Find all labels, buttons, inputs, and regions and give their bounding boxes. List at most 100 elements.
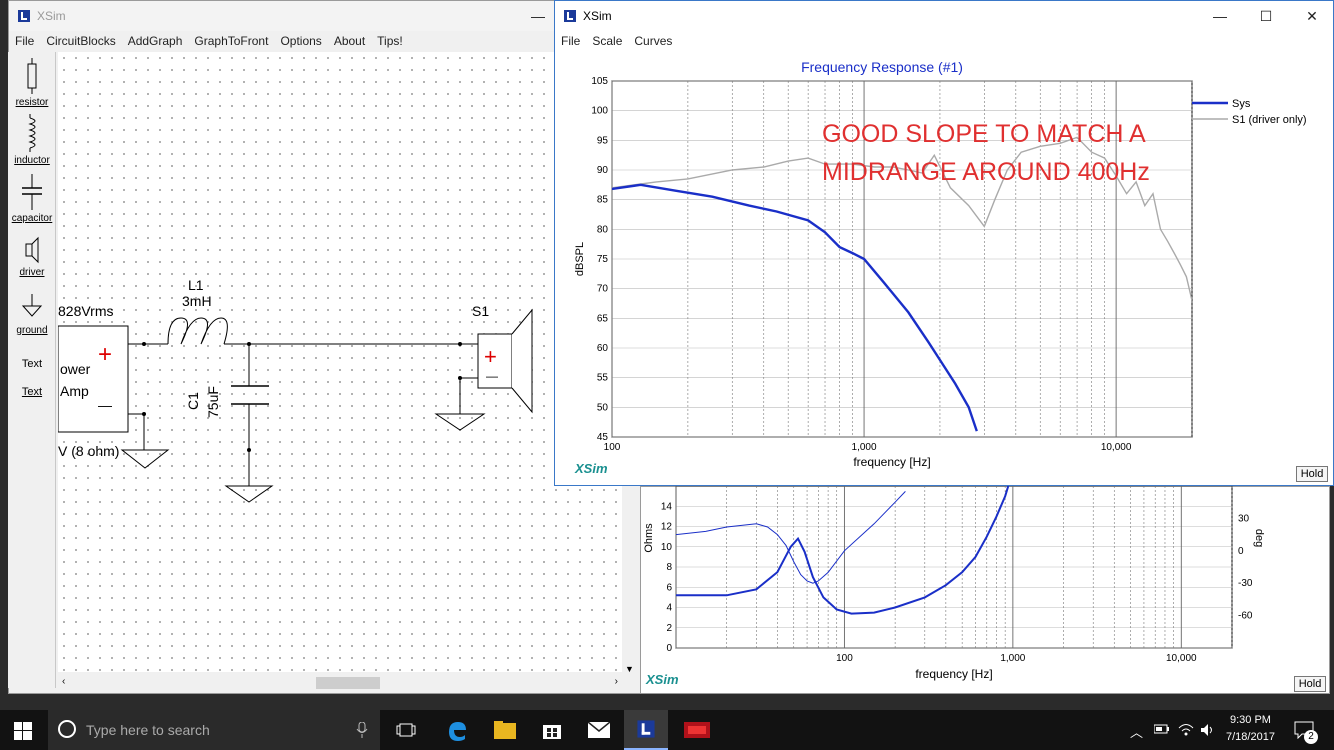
y-tick-label: 100 — [591, 106, 608, 117]
source-voltage-label: 828Vrms — [58, 303, 114, 319]
y-tick-label: 80 — [597, 224, 609, 235]
x-tick-label: 100 — [836, 653, 853, 664]
battery-icon[interactable] — [1154, 724, 1170, 734]
main-window-title: XSim — [37, 9, 66, 23]
mail-icon[interactable] — [588, 722, 610, 738]
speaker-minus: — — [486, 369, 498, 383]
inductor-value: 3mH — [182, 293, 212, 309]
notification-count-badge: 2 — [1304, 730, 1318, 744]
component-toolbar: resistor inductor capacitor driver groun… — [8, 52, 56, 688]
menu-options[interactable]: Options — [274, 34, 327, 48]
y-tick-label: 50 — [597, 402, 609, 413]
source-power-label: V (8 ohm) — [58, 443, 119, 459]
amplifier-block[interactable] — [58, 325, 129, 433]
y-axis-label: dBSPL — [574, 242, 586, 276]
menu-graphtofront[interactable]: GraphToFront — [188, 34, 274, 48]
tool-capacitor[interactable]: capacitor — [8, 174, 56, 224]
y-tick-label: 105 — [591, 76, 608, 87]
impedance-hold-button[interactable]: Hold — [1294, 676, 1326, 692]
resistor-icon — [27, 58, 37, 94]
tool-text-underlined[interactable]: Text — [8, 386, 56, 398]
xsim-brand: XSim — [574, 461, 608, 476]
taskbar-search-box[interactable]: Type here to search — [48, 710, 380, 750]
frequency-response-chart: 4550556065707580859095100105100 1,000 10,0… — [574, 59, 1307, 476]
capacitor-icon — [22, 174, 42, 210]
legend-label: Sys — [1232, 98, 1251, 110]
fr-window-title: XSim — [583, 9, 612, 23]
windows-start-icon[interactable] — [14, 722, 32, 740]
y-tick-label: 75 — [597, 254, 609, 265]
x-axis-label: frequency [Hz] — [915, 667, 992, 681]
tool-resistor[interactable]: resistor — [8, 58, 56, 108]
menu-tips[interactable]: Tips! — [371, 34, 409, 48]
wifi-icon[interactable] — [1178, 722, 1194, 736]
y-tick-label: 55 — [597, 373, 609, 384]
y-tick-label: 2 — [666, 623, 672, 634]
fr-close-button[interactable]: ✕ — [1289, 1, 1334, 31]
cap-name: C1 — [185, 392, 201, 410]
y2-tick-label: 30 — [1238, 513, 1250, 524]
clock-date[interactable]: 7/18/2017 — [1226, 731, 1275, 743]
y2-tick-label: -60 — [1238, 611, 1253, 622]
taskbar-xsim-active[interactable] — [624, 710, 668, 750]
chart-title: Frequency Response (#1) — [801, 59, 963, 75]
inductor-l1[interactable] — [167, 317, 228, 345]
annotation-line-2: MIDRANGE AROUND 400Hz — [822, 158, 1150, 186]
speaker-name: S1 — [472, 303, 489, 319]
y-tick-label: 85 — [597, 195, 609, 206]
schematic-drawing: + — 828Vrms ower Amp V (8 ohm) L1 3mH C1… — [58, 277, 533, 503]
red-app-icon[interactable] — [684, 720, 710, 740]
edge-browser-icon[interactable] — [446, 720, 468, 742]
tool-label-resistor: resistor — [15, 97, 49, 108]
y2-tick-label: 0 — [1238, 546, 1244, 557]
scroll-right-arrow[interactable]: › — [615, 676, 618, 687]
y-tick-label: 14 — [661, 501, 673, 512]
cap-value: 75uF — [205, 386, 221, 418]
tool-ground[interactable]: ground — [8, 292, 56, 336]
tray-chevron-icon[interactable]: ︿ — [1130, 722, 1143, 741]
tool-text-plain[interactable]: Text — [8, 358, 56, 370]
volume-icon[interactable] — [1200, 723, 1214, 737]
inductor-name: L1 — [188, 277, 204, 293]
y-tick-label: 95 — [597, 135, 609, 146]
tool-label-capacitor: capacitor — [11, 213, 53, 224]
y-tick-label: 12 — [661, 522, 673, 533]
store-icon[interactable] — [542, 720, 562, 740]
hscroll-thumb[interactable] — [316, 677, 380, 689]
search-placeholder: Type here to search — [86, 722, 210, 738]
main-menubar: File CircuitBlocks AddGraph GraphToFront… — [9, 31, 643, 51]
y-tick-label: 8 — [666, 562, 672, 573]
text-tool-plain: Text — [21, 358, 43, 370]
menu-circuitblocks[interactable]: CircuitBlocks — [40, 34, 121, 48]
fr-minimize-button[interactable]: — — [1197, 1, 1243, 31]
horizontal-scrollbar[interactable]: ‹ › — [58, 676, 622, 690]
scroll-down-arrow[interactable]: ▼ — [625, 664, 634, 674]
x-tick-label: 10,000 — [1101, 442, 1132, 453]
fr-menu-curves[interactable]: Curves — [628, 34, 678, 48]
fr-hold-button[interactable]: Hold — [1296, 466, 1328, 482]
task-view-icon[interactable] — [396, 722, 416, 738]
y-tick-label: 6 — [666, 582, 672, 593]
xsim-app-icon — [18, 10, 30, 22]
fr-menu-file[interactable]: File — [555, 34, 586, 48]
menu-file[interactable]: File — [9, 34, 40, 48]
menu-addgraph[interactable]: AddGraph — [122, 34, 189, 48]
text-tool-underlined: Text — [21, 386, 43, 398]
clock-time[interactable]: 9:30 PM — [1230, 714, 1271, 726]
menu-about[interactable]: About — [328, 34, 371, 48]
y2-tick-label: -30 — [1238, 578, 1253, 589]
xsim-fr-icon — [564, 10, 576, 22]
file-explorer-icon[interactable] — [494, 721, 516, 739]
fr-menu-scale[interactable]: Scale — [586, 34, 628, 48]
y-tick-label: 65 — [597, 313, 609, 324]
scroll-left-arrow[interactable]: ‹ — [62, 676, 65, 687]
source-name-line2: Amp — [60, 383, 89, 399]
fr-maximize-button[interactable]: ☐ — [1243, 1, 1289, 31]
source-name-line1: ower — [60, 361, 91, 377]
inductor-icon — [28, 114, 36, 152]
tool-driver[interactable]: driver — [8, 236, 56, 278]
windows-taskbar: Type here to search ︿ 9:30 PM 7/18/2017 … — [0, 710, 1334, 750]
tool-inductor[interactable]: inductor — [8, 114, 56, 166]
microphone-icon[interactable] — [356, 722, 368, 738]
y2-axis-label: deg — [1253, 529, 1265, 547]
